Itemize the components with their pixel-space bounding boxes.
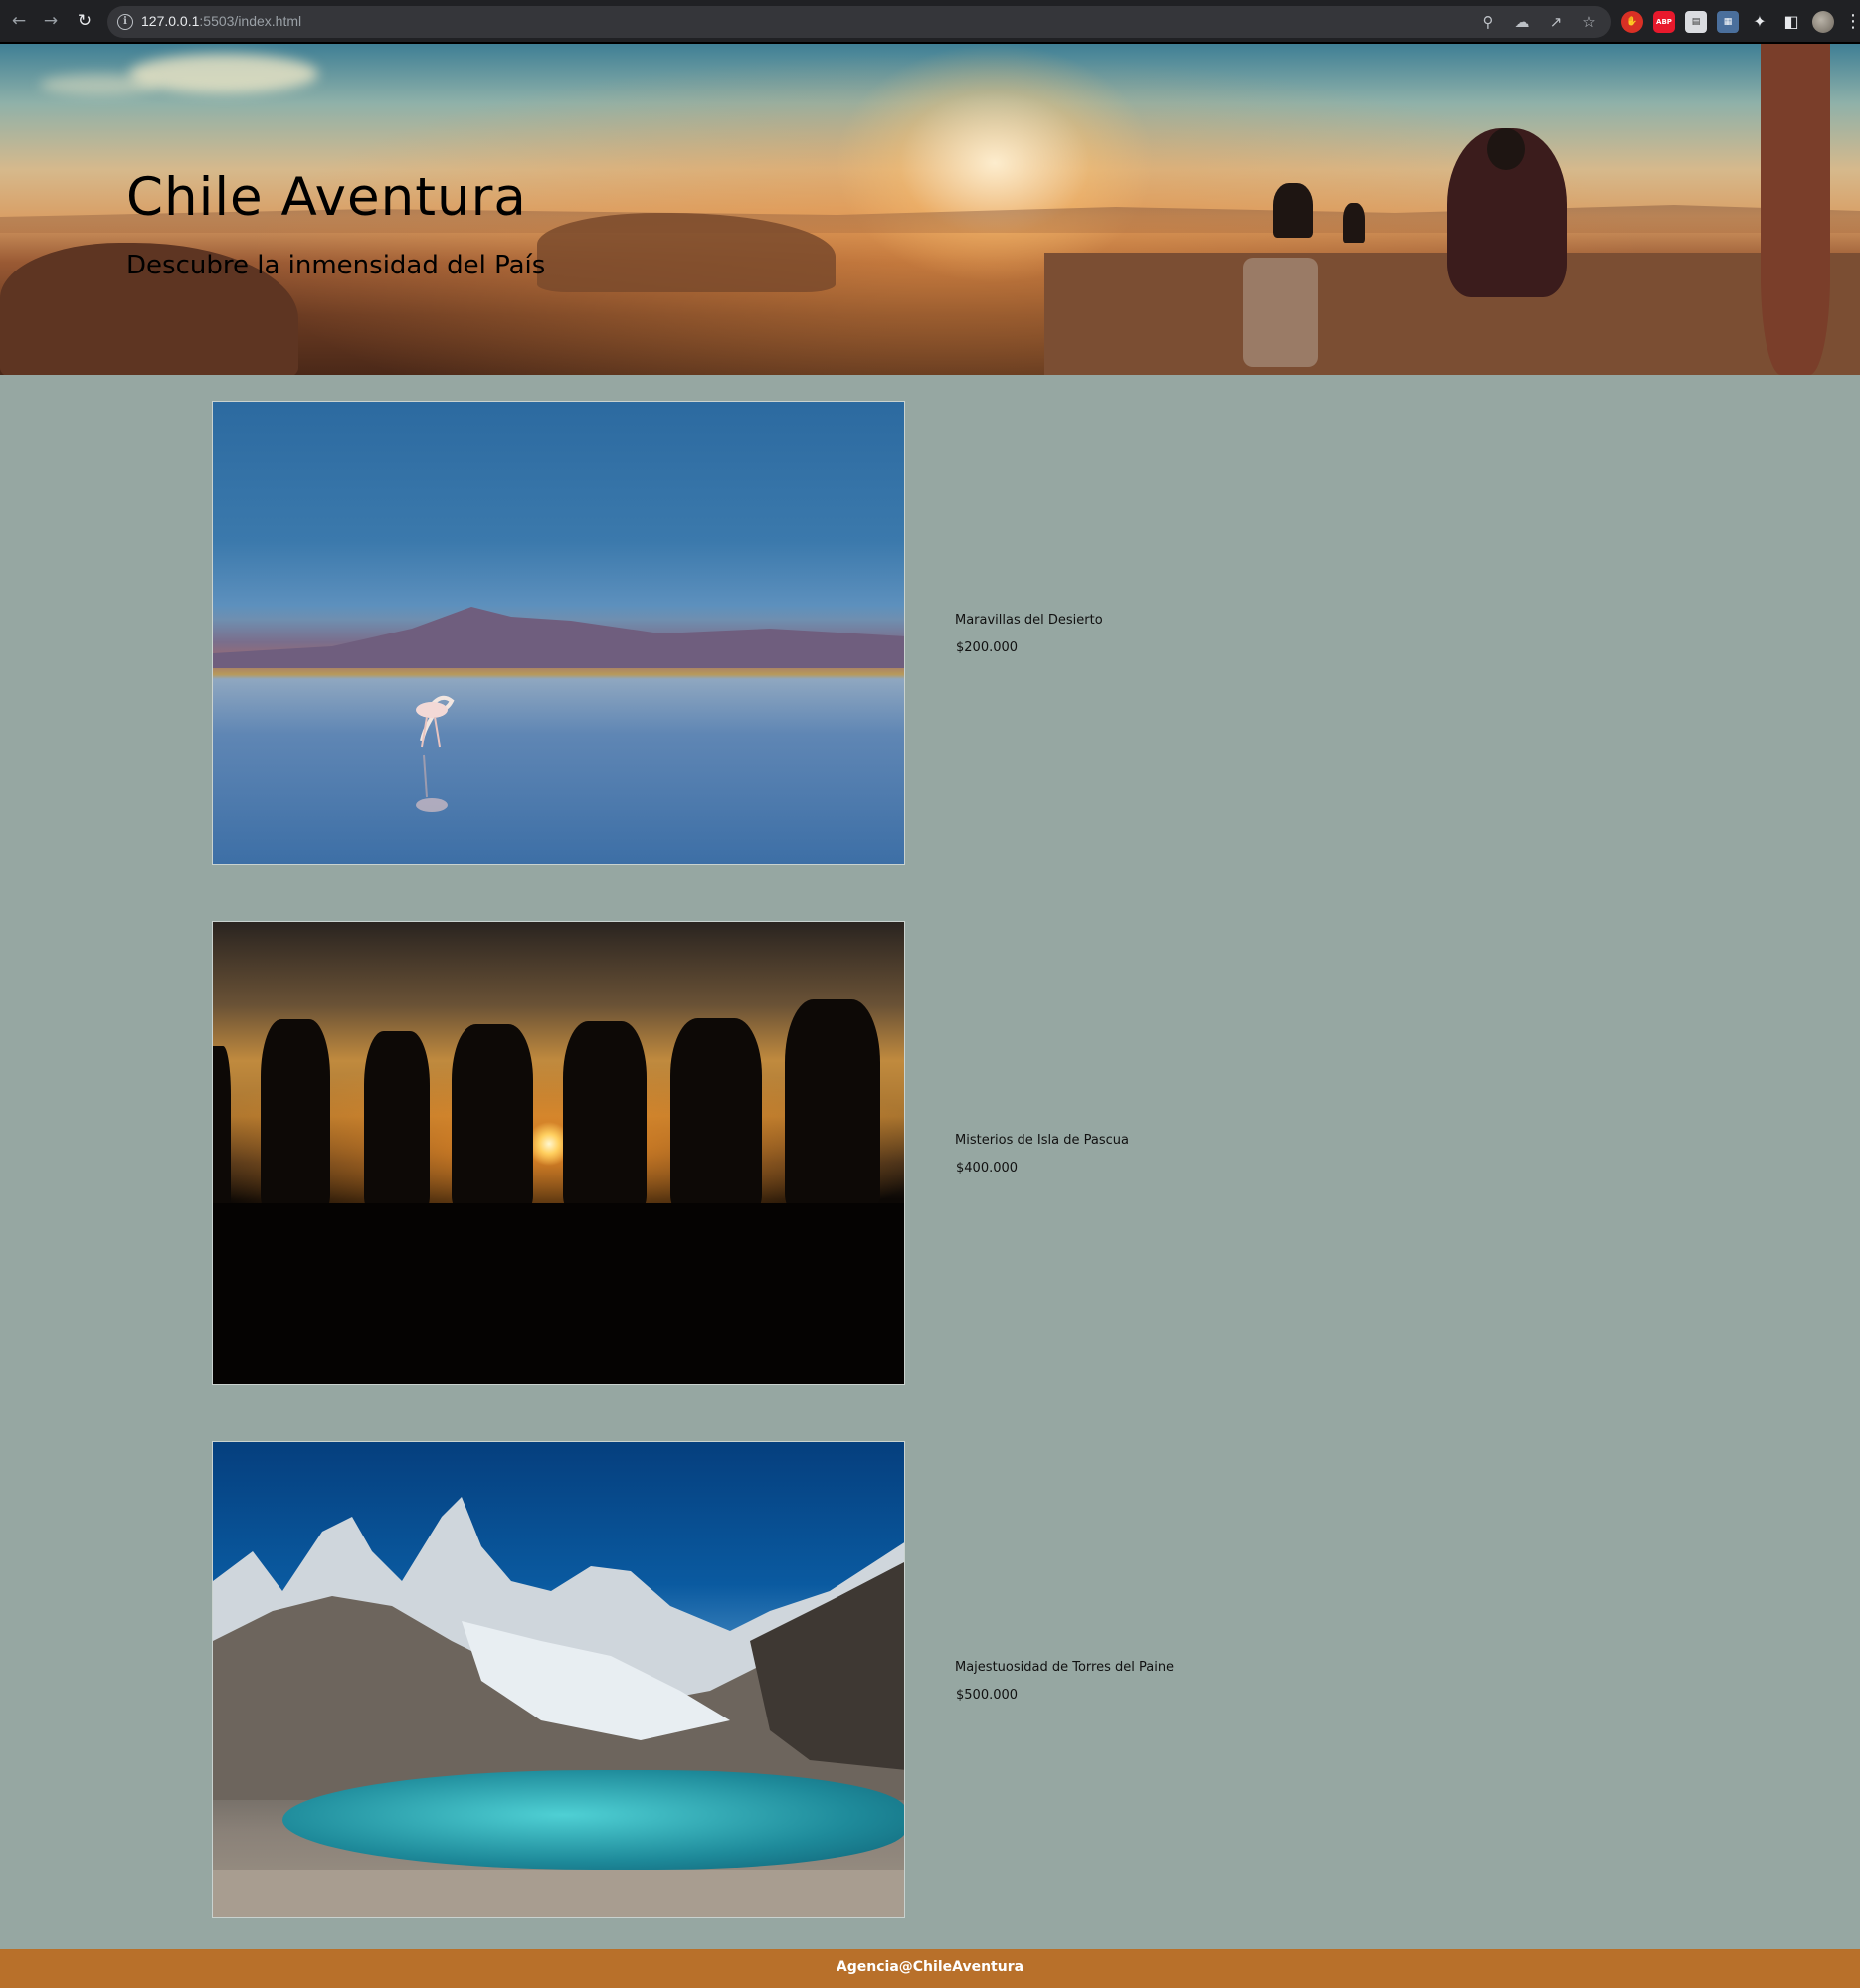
url-host: 127.0.0.1 xyxy=(141,13,200,29)
stone-post xyxy=(1243,258,1318,367)
tour-price: $500.000 xyxy=(956,1688,1019,1703)
url-path: :5503/index.html xyxy=(199,13,302,29)
moai-statue xyxy=(452,1024,533,1210)
moai-statue xyxy=(563,1021,647,1210)
bookmark-star-icon[interactable]: ☆ xyxy=(1580,12,1599,32)
glacial-lake xyxy=(282,1770,904,1870)
flamingo-figure xyxy=(416,695,455,812)
moai-statue xyxy=(670,1018,762,1210)
page-subtitle: Descubre la inmensidad del País xyxy=(126,251,546,280)
distant-person xyxy=(1343,203,1365,243)
moai-statue xyxy=(261,1019,330,1210)
hero-banner: Chile Aventura Descubre la inmensidad de… xyxy=(0,44,1860,375)
url-text[interactable]: 127.0.0.1:5503/index.html xyxy=(141,13,301,29)
address-bar[interactable]: i 127.0.0.1:5503/index.html ⚲ ☁ ↗ ☆ xyxy=(107,6,1611,38)
tour-price: $400.000 xyxy=(956,1161,1019,1175)
share-icon[interactable]: ↗ xyxy=(1546,12,1566,32)
back-arrow-icon[interactable]: ← xyxy=(8,10,30,32)
moai-statue xyxy=(785,999,880,1210)
moai-statue xyxy=(364,1031,430,1210)
menu-kebab-icon[interactable]: ⋮ xyxy=(1844,11,1860,33)
extensions-puzzle-icon[interactable]: ✦ xyxy=(1749,11,1770,33)
stop-extension-icon[interactable]: ✋ xyxy=(1621,11,1643,33)
zoom-icon[interactable]: ⚲ xyxy=(1478,12,1498,32)
cloud-save-icon[interactable]: ☁ xyxy=(1512,12,1532,32)
standing-legs xyxy=(1761,44,1830,375)
platform-ground xyxy=(213,1203,904,1384)
blue-extension-icon[interactable]: ▦ xyxy=(1717,11,1739,33)
tour-image-desert xyxy=(212,401,905,865)
profile-avatar[interactable] xyxy=(1812,11,1834,33)
site-info-icon[interactable]: i xyxy=(117,14,133,30)
reload-icon[interactable]: ↻ xyxy=(74,10,95,32)
tour-name: Majestuosidad de Torres del Paine xyxy=(955,1660,1175,1675)
tour-image-moai xyxy=(212,921,905,1385)
forward-arrow-icon[interactable]: → xyxy=(40,10,62,32)
tour-image-patagonia xyxy=(212,1441,905,1918)
shore xyxy=(213,1870,904,1917)
side-panel-icon[interactable]: ◧ xyxy=(1780,11,1802,33)
distant-people xyxy=(1273,183,1313,238)
adblock-plus-icon[interactable]: ABP xyxy=(1653,11,1675,33)
person-head xyxy=(1487,128,1525,170)
hero-cloud xyxy=(40,74,159,95)
tour-name: Maravillas del Desierto xyxy=(955,613,1103,628)
footer-contact: Agencia@ChileAventura xyxy=(836,1959,1024,1975)
page-title: Chile Aventura xyxy=(126,167,527,228)
tour-price: $200.000 xyxy=(956,640,1019,655)
tour-name: Misterios de Isla de Pascua xyxy=(955,1133,1129,1148)
page-footer: Agencia@ChileAventura xyxy=(0,1949,1860,1988)
calendar-extension-icon[interactable]: ▤ xyxy=(1685,11,1707,33)
mountain-silhouette xyxy=(213,607,904,668)
browser-toolbar: ← → ↻ i 127.0.0.1:5503/index.html ⚲ ☁ ↗ … xyxy=(0,0,1860,44)
moai-statue xyxy=(213,1046,231,1210)
hero-cloud xyxy=(129,54,318,93)
